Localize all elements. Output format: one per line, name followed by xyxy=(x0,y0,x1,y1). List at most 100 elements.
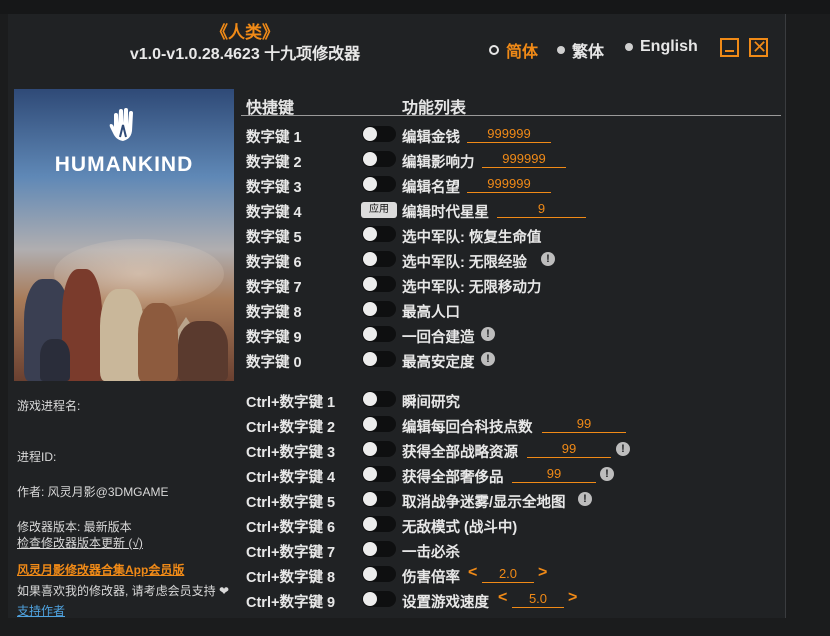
radio-selected-icon xyxy=(489,45,499,55)
toggle-switch[interactable] xyxy=(362,226,396,242)
toggle-knob xyxy=(363,592,377,606)
toggle-knob xyxy=(363,302,377,316)
toggle-switch[interactable] xyxy=(362,326,396,342)
toggle-switch[interactable] xyxy=(362,516,396,532)
minimize-button[interactable] xyxy=(720,38,739,57)
increase-arrow-icon[interactable]: > xyxy=(568,589,577,607)
toggle-switch[interactable] xyxy=(362,151,396,167)
value-input[interactable]: 99 xyxy=(527,441,611,458)
hotkey-label: 数字键 1 xyxy=(246,130,302,146)
hotkey-label: 数字键 4 xyxy=(246,205,302,221)
close-icon: ✕ xyxy=(752,37,768,57)
toggle-switch[interactable] xyxy=(362,301,396,317)
function-label: 选中军队: 恢复生命值 xyxy=(402,230,542,246)
humankind-hand-logo-icon xyxy=(109,108,133,141)
lang-option-english[interactable]: English xyxy=(625,38,698,56)
value-input[interactable]: 9 xyxy=(497,201,586,218)
function-label: 获得全部奢侈品 xyxy=(402,470,504,486)
author-text: 作者: 风灵月影@3DMGAME xyxy=(17,485,169,499)
function-label: 编辑每回合科技点数 xyxy=(402,420,533,436)
process-name-label: 游戏进程名: xyxy=(17,399,81,413)
toggle-switch[interactable] xyxy=(362,416,396,432)
cover-figure xyxy=(178,321,228,381)
cover-logo-text: HUMANKIND xyxy=(54,153,194,176)
toggle-switch[interactable] xyxy=(362,391,396,407)
value-input[interactable]: 99 xyxy=(512,466,596,483)
info-icon[interactable]: ! xyxy=(481,352,495,366)
value-input[interactable]: 999999 xyxy=(467,126,551,143)
close-button[interactable]: ✕ xyxy=(749,37,768,57)
version-text: 修改器版本: 最新版本 xyxy=(17,520,132,534)
value-input[interactable]: 999999 xyxy=(467,176,551,193)
hotkey-label: Ctrl+数字键 5 xyxy=(246,495,336,511)
hotkey-label: Ctrl+数字键 9 xyxy=(246,595,336,611)
toggle-switch[interactable] xyxy=(362,176,396,192)
hotkey-label: 数字键 6 xyxy=(246,255,302,271)
function-label: 获得全部战略资源 xyxy=(402,445,518,461)
function-label: 设置游戏速度 xyxy=(402,595,489,611)
toggle-knob xyxy=(363,152,377,166)
toggle-switch[interactable] xyxy=(362,466,396,482)
value-input[interactable]: 5.0 xyxy=(512,591,564,608)
decrease-arrow-icon[interactable]: < xyxy=(498,589,507,607)
toggle-knob xyxy=(363,227,377,241)
support-author-link[interactable]: 支持作者 xyxy=(17,602,65,619)
lang-option-simplified[interactable]: 简体 xyxy=(489,38,538,62)
promo-link[interactable]: 风灵月影修改器合集App会员版 xyxy=(17,561,184,578)
lang-label: 繁体 xyxy=(572,44,605,61)
toggle-switch[interactable] xyxy=(362,541,396,557)
hotkey-label: 数字键 3 xyxy=(246,180,302,196)
hotkey-label: Ctrl+数字键 3 xyxy=(246,445,336,461)
info-icon[interactable]: ! xyxy=(578,492,592,506)
info-icon[interactable]: ! xyxy=(481,327,495,341)
function-label: 选中军队: 无限移动力 xyxy=(402,280,542,296)
cover-figure xyxy=(40,339,70,381)
toggle-switch[interactable] xyxy=(362,351,396,367)
toggle-knob xyxy=(363,352,377,366)
toggle-knob xyxy=(363,127,377,141)
process-id-label: 进程ID: xyxy=(17,450,57,464)
check-update-link[interactable]: 检查修改器版本更新 (√) xyxy=(17,534,143,551)
apply-button[interactable]: 应用 xyxy=(361,202,397,218)
toggle-switch[interactable] xyxy=(362,251,396,267)
toggle-knob xyxy=(363,467,377,481)
toggle-knob xyxy=(363,252,377,266)
toggle-knob xyxy=(363,417,377,431)
toggle-knob xyxy=(363,517,377,531)
hotkey-label: Ctrl+数字键 4 xyxy=(246,470,336,486)
toggle-switch[interactable] xyxy=(362,491,396,507)
value-input[interactable]: 999999 xyxy=(482,151,566,168)
hotkey-label: 数字键 5 xyxy=(246,230,302,246)
function-label: 最高人口 xyxy=(402,305,460,321)
hotkey-label: Ctrl+数字键 1 xyxy=(246,395,336,411)
lang-label: English xyxy=(640,38,698,55)
info-icon[interactable]: ! xyxy=(600,467,614,481)
toggle-switch[interactable] xyxy=(362,441,396,457)
toggle-switch[interactable] xyxy=(362,126,396,142)
support-text: 如果喜欢我的修改器, 请考虑会员支持 ❤ xyxy=(17,582,229,599)
toggle-knob xyxy=(363,392,377,406)
function-label: 瞬间研究 xyxy=(402,395,460,411)
toggle-switch[interactable] xyxy=(362,566,396,582)
toggle-switch[interactable] xyxy=(362,276,396,292)
increase-arrow-icon[interactable]: > xyxy=(538,564,547,582)
toggle-knob xyxy=(363,442,377,456)
function-label: 伤害倍率 xyxy=(402,570,460,586)
radio-icon xyxy=(557,46,565,54)
hotkey-label: 数字键 8 xyxy=(246,305,302,321)
minimize-icon xyxy=(725,50,734,52)
value-input[interactable]: 99 xyxy=(542,416,626,433)
function-label: 编辑时代星星 xyxy=(402,205,489,221)
hotkey-label: Ctrl+数字键 6 xyxy=(246,520,336,536)
radio-icon xyxy=(625,43,633,51)
info-icon[interactable]: ! xyxy=(541,252,555,266)
info-icon[interactable]: ! xyxy=(616,442,630,456)
decrease-arrow-icon[interactable]: < xyxy=(468,564,477,582)
function-label: 取消战争迷雾/显示全地图 xyxy=(402,495,566,511)
toggle-switch[interactable] xyxy=(362,591,396,607)
value-input[interactable]: 2.0 xyxy=(482,566,534,583)
heart-icon: ❤ xyxy=(215,584,230,598)
hotkey-label: Ctrl+数字键 2 xyxy=(246,420,336,436)
toggle-knob xyxy=(363,277,377,291)
lang-option-traditional[interactable]: 繁体 xyxy=(557,38,604,62)
